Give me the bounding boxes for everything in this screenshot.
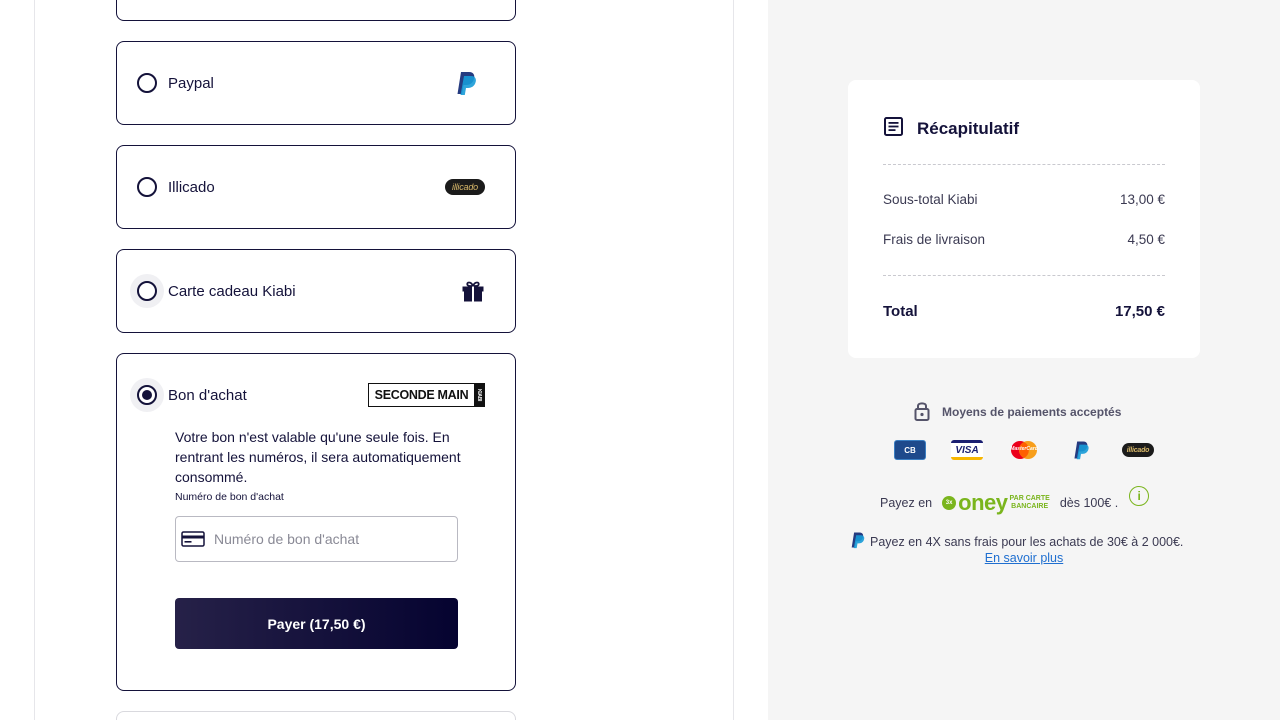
voucher-input-wrapper	[175, 516, 458, 562]
radio-paypal[interactable]	[137, 73, 157, 93]
total-value: 17,50 €	[1114, 303, 1165, 320]
card-logos: CB VISA MasterCard illicado	[894, 440, 1154, 460]
radio-gift-card[interactable]	[137, 281, 157, 301]
summary-panel: Récapitulatif Sous-total Kiabi 13,00 € F…	[768, 0, 1280, 720]
oney-logo: 3x oney PAR CARTE BANCAIRE	[942, 490, 1050, 516]
paypal-small-icon	[1065, 440, 1097, 460]
voucher-info-text: Votre bon n'est valable qu'une seule foi…	[175, 429, 461, 485]
learn-more-link[interactable]: En savoir plus	[768, 551, 1280, 565]
oney-suffix: dès 100€ .	[1059, 496, 1119, 510]
gift-icon	[461, 279, 485, 303]
payment-option-previous[interactable]	[116, 0, 516, 21]
info-icon[interactable]: i	[1129, 486, 1150, 506]
paypal-4x-text: Payez en 4X sans frais pour les achats d…	[870, 534, 1184, 549]
credit-card-icon	[181, 531, 205, 552]
subtotal-label: Sous-total Kiabi	[883, 192, 978, 207]
option-row: Illicado illicado	[117, 146, 515, 228]
illicado-logo-text: illicado	[445, 179, 485, 195]
summary-card: Récapitulatif Sous-total Kiabi 13,00 € F…	[848, 80, 1200, 358]
payment-option-paypal[interactable]: Paypal	[116, 41, 516, 125]
paypal-mini-icon	[850, 531, 865, 552]
option-row: Bon d'achat SECONDE MAIN KIABI	[117, 354, 515, 436]
summary-row-shipping: Frais de livraison 4,50 €	[883, 232, 1165, 247]
oney-sub-line-1: PAR CARTE	[1009, 495, 1050, 502]
summary-total: Total 17,50 €	[883, 303, 1165, 320]
illicado-icon: illicado	[1122, 440, 1154, 460]
lock-icon	[914, 400, 930, 424]
payment-option-voucher[interactable]: Bon d'achat SECONDE MAIN KIABI Votre bon…	[116, 353, 516, 691]
subtotal-value: 13,00 €	[1119, 192, 1165, 207]
summary-row-subtotal: Sous-total Kiabi 13,00 €	[883, 192, 1165, 207]
oney-sub-line-2: BANCAIRE	[1011, 503, 1049, 510]
summary-header: Récapitulatif	[883, 116, 1019, 142]
oney-offer: Payez en 3x oney PAR CARTE BANCAIRE dès …	[880, 486, 1150, 516]
seconde-main-logo: SECONDE MAIN KIABI	[368, 383, 485, 407]
pay-button[interactable]: Payer (17,50 €)	[175, 598, 458, 649]
cb-text: CB	[904, 445, 916, 455]
oney-prefix: Payez en	[880, 496, 933, 510]
divider	[883, 164, 1165, 165]
visa-icon: VISA	[951, 440, 983, 460]
divider	[883, 275, 1165, 276]
payment-option-gift-card[interactable]: Carte cadeau Kiabi	[116, 249, 516, 333]
payment-option-illicado[interactable]: Illicado illicado	[116, 145, 516, 229]
option-label-paypal: Paypal	[168, 74, 214, 92]
summary-title: Récapitulatif	[917, 119, 1020, 138]
receipt-icon	[883, 116, 904, 142]
illicado-logo: illicado	[445, 179, 485, 195]
option-label-gift-card: Carte cadeau Kiabi	[168, 282, 296, 300]
accepted-title: Moyens de paiements acceptés	[942, 405, 1122, 419]
oney-badge: 3x	[942, 496, 957, 510]
seconde-main-text: SECONDE MAIN	[374, 388, 469, 402]
total-label: Total	[883, 303, 918, 320]
seconde-main-badge: SECONDE MAIN KIABI	[368, 383, 485, 407]
voucher-number-input[interactable]	[214, 517, 454, 561]
kiabi-tag: KIABI	[474, 384, 484, 406]
accepted-payments: Moyens de paiements acceptés	[914, 400, 1121, 424]
option-label-illicado: Illicado	[168, 178, 215, 196]
paypal-4x-offer: Payez en 4X sans frais pour les achats d…	[850, 531, 1202, 552]
cb-icon: CB	[894, 440, 926, 460]
radio-illicado[interactable]	[137, 177, 157, 197]
option-label-voucher: Bon d'achat	[168, 386, 247, 404]
mastercard-text: MasterCard	[1010, 446, 1038, 452]
shipping-value: 4,50 €	[1127, 232, 1165, 247]
oney-subtitle: PAR CARTE BANCAIRE	[1009, 495, 1049, 511]
option-row: Carte cadeau Kiabi	[117, 250, 515, 332]
payment-methods-panel: Paypal Illicado illicado Carte cadeau Ki…	[34, 0, 734, 720]
visa-text: VISA	[955, 444, 979, 456]
mastercard-icon: MasterCard	[1008, 440, 1040, 460]
illicado-small-text: illicado	[1122, 443, 1154, 457]
voucher-field-label: Numéro de bon d'achat	[175, 491, 284, 503]
oney-brand: oney	[958, 490, 1008, 515]
radio-voucher[interactable]	[137, 385, 157, 405]
paypal-icon	[455, 70, 477, 96]
shipping-label: Frais de livraison	[883, 232, 986, 247]
option-row: Paypal	[117, 42, 515, 124]
payment-option-next[interactable]	[116, 711, 516, 720]
